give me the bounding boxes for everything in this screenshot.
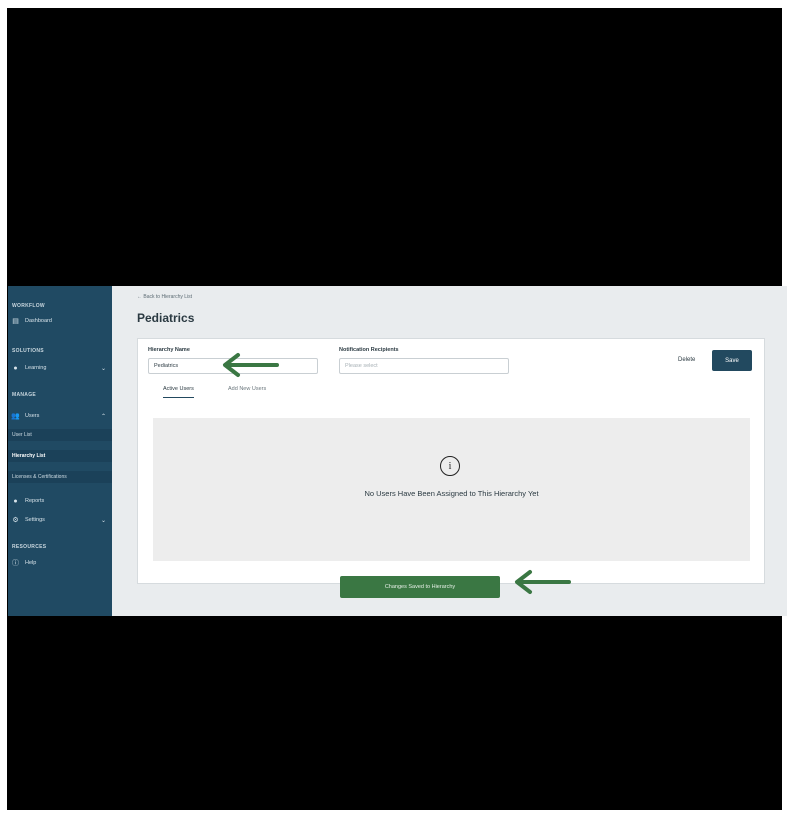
chevron-down-icon: ⌄ xyxy=(100,517,106,524)
sidebar-section-manage: MANAGE xyxy=(12,392,37,398)
delete-button[interactable]: Delete xyxy=(678,357,695,363)
tab-add-new-users[interactable]: Add New Users xyxy=(228,386,266,397)
lightbulb-icon: ● xyxy=(13,364,18,372)
help-icon: ⓘ xyxy=(12,560,19,567)
annotation-arrow-left-icon xyxy=(223,353,279,377)
empty-state-message: No Users Have Been Assigned to This Hier… xyxy=(364,489,539,498)
sidebar-item-label: Dashboard xyxy=(25,318,52,324)
chevron-up-icon: ⌃ xyxy=(100,413,106,420)
sidebar: WORKFLOW ▤ Dashboard SOLUTIONS ● Learnin… xyxy=(8,286,112,616)
app-window: WORKFLOW ▤ Dashboard SOLUTIONS ● Learnin… xyxy=(8,286,787,616)
sidebar-section-solutions: SOLUTIONS xyxy=(12,348,44,354)
sidebar-subitem-user-list[interactable]: User List xyxy=(8,429,112,441)
sidebar-item-learning[interactable]: ● Learning ⌄ xyxy=(12,362,108,374)
empty-state-panel: i No Users Have Been Assigned to This Hi… xyxy=(153,418,750,561)
info-icon: i xyxy=(440,456,460,476)
sidebar-item-label: Users xyxy=(25,413,40,419)
sidebar-item-help[interactable]: ⓘ Help xyxy=(12,557,108,569)
sidebar-subitem-hierarchy-list[interactable]: Hierarchy List xyxy=(8,450,112,462)
notification-recipients-label: Notification Recipients xyxy=(339,347,399,353)
sidebar-item-settings[interactable]: ⚙ Settings ⌄ xyxy=(12,514,108,526)
hierarchy-name-label: Hierarchy Name xyxy=(148,347,190,353)
back-link-label: Back to Hierarchy List xyxy=(143,294,193,300)
notification-recipients-select[interactable]: Please select xyxy=(339,358,509,374)
changes-saved-button[interactable]: Changes Saved to Hierarchy xyxy=(340,576,500,598)
back-link[interactable]: ← Back to Hierarchy List xyxy=(137,294,192,300)
dashboard-icon: ▤ xyxy=(12,318,19,325)
sidebar-item-label: Settings xyxy=(25,517,45,523)
gear-icon: ⚙ xyxy=(12,517,19,524)
sidebar-item-users[interactable]: 👥 Users ⌃ xyxy=(11,410,108,422)
sidebar-section-workflow: WORKFLOW xyxy=(12,303,45,309)
sidebar-item-dashboard[interactable]: ▤ Dashboard xyxy=(12,315,108,327)
save-button[interactable]: Save xyxy=(712,350,752,371)
sidebar-item-label: Reports xyxy=(25,498,45,504)
annotation-arrow-left-icon xyxy=(515,570,571,594)
users-icon: 👥 xyxy=(11,413,20,420)
chevron-down-icon: ⌄ xyxy=(100,365,106,372)
main-content: ← Back to Hierarchy List Pediatrics Hier… xyxy=(112,286,787,616)
sidebar-item-label: Help xyxy=(25,560,37,566)
reports-icon: ● xyxy=(13,497,18,505)
sidebar-item-reports[interactable]: ● Reports xyxy=(12,495,108,507)
sidebar-section-resources: RESOURCES xyxy=(12,544,47,550)
tab-active-users[interactable]: Active Users xyxy=(163,386,194,398)
sidebar-subitem-licenses[interactable]: Licenses & Certifications xyxy=(8,471,112,483)
page-title: Pediatrics xyxy=(137,311,195,325)
sidebar-item-label: Learning xyxy=(25,365,47,371)
